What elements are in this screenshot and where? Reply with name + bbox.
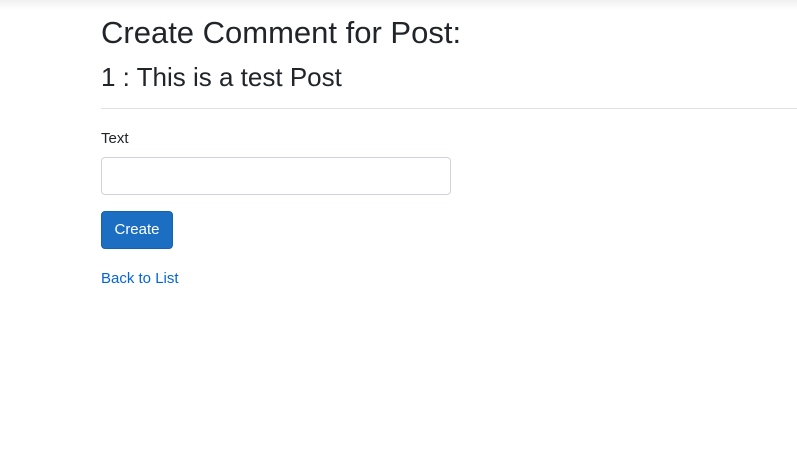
text-input[interactable] <box>101 157 451 195</box>
top-navbar-shadow <box>0 0 797 10</box>
divider <box>101 108 797 109</box>
page-title: Create Comment for Post: <box>101 15 462 50</box>
post-heading: 1 : This is a test Post <box>101 62 342 92</box>
back-to-list-link[interactable]: Back to List <box>101 269 179 289</box>
text-field-label: Text <box>101 130 129 147</box>
create-button[interactable]: Create <box>101 211 173 249</box>
